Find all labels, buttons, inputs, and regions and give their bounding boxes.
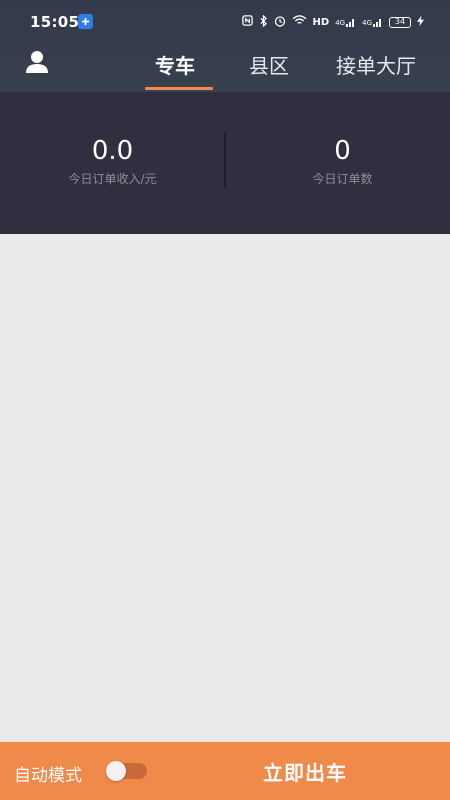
battery-icon: 34 bbox=[389, 16, 411, 28]
tab-special-car[interactable]: 专车 bbox=[155, 50, 195, 79]
app-screen: 15:05 HD 4G 4G 34 专车 县区 接单大厅 0.0 今日订单收入/… bbox=[0, 0, 450, 800]
orders-value: 0 bbox=[334, 136, 351, 166]
tab-order-hall[interactable]: 接单大厅 bbox=[336, 50, 416, 79]
hd-badge: HD bbox=[312, 16, 330, 28]
tab-county[interactable]: 县区 bbox=[249, 50, 289, 79]
stats-divider bbox=[224, 132, 226, 188]
signal-icon: 4G bbox=[362, 17, 383, 27]
income-stat: 0.0 今日订单收入/元 bbox=[0, 136, 225, 187]
order-list-area bbox=[0, 234, 450, 742]
signal-label: 4G bbox=[362, 19, 372, 27]
app-notification-icon bbox=[78, 14, 93, 29]
stats-panel: 0.0 今日订单收入/元 0 今日订单数 bbox=[0, 92, 450, 234]
orders-stat: 0 今日订单数 bbox=[230, 136, 450, 187]
charging-icon bbox=[417, 15, 424, 30]
top-nav: 专车 县区 接单大厅 bbox=[0, 44, 450, 92]
orders-label: 今日订单数 bbox=[312, 172, 373, 186]
alarm-icon bbox=[274, 15, 286, 30]
status-icons: HD 4G 4G 34 bbox=[241, 13, 424, 31]
wifi-icon bbox=[292, 15, 307, 29]
toggle-knob bbox=[106, 761, 126, 781]
depart-now-button[interactable]: 立即出车 bbox=[200, 742, 410, 800]
income-value: 0.0 bbox=[91, 136, 134, 166]
bluetooth-icon bbox=[259, 13, 268, 30]
bottom-bar: 自动模式 立即出车 bbox=[0, 742, 450, 800]
status-bar: 15:05 HD 4G 4G 34 bbox=[0, 0, 450, 44]
active-tab-indicator bbox=[145, 87, 213, 90]
auto-mode-toggle[interactable] bbox=[106, 761, 147, 781]
signal-label: 4G bbox=[335, 19, 346, 27]
auto-mode-label: 自动模式 bbox=[14, 766, 82, 786]
income-label: 今日订单收入/元 bbox=[68, 172, 157, 186]
nfc-icon bbox=[241, 15, 253, 29]
status-time: 15:05 bbox=[30, 13, 80, 31]
signal-icon: 4G bbox=[335, 17, 356, 27]
user-icon[interactable] bbox=[25, 50, 49, 76]
header: 15:05 HD 4G 4G 34 专车 县区 接单大厅 bbox=[0, 0, 450, 92]
